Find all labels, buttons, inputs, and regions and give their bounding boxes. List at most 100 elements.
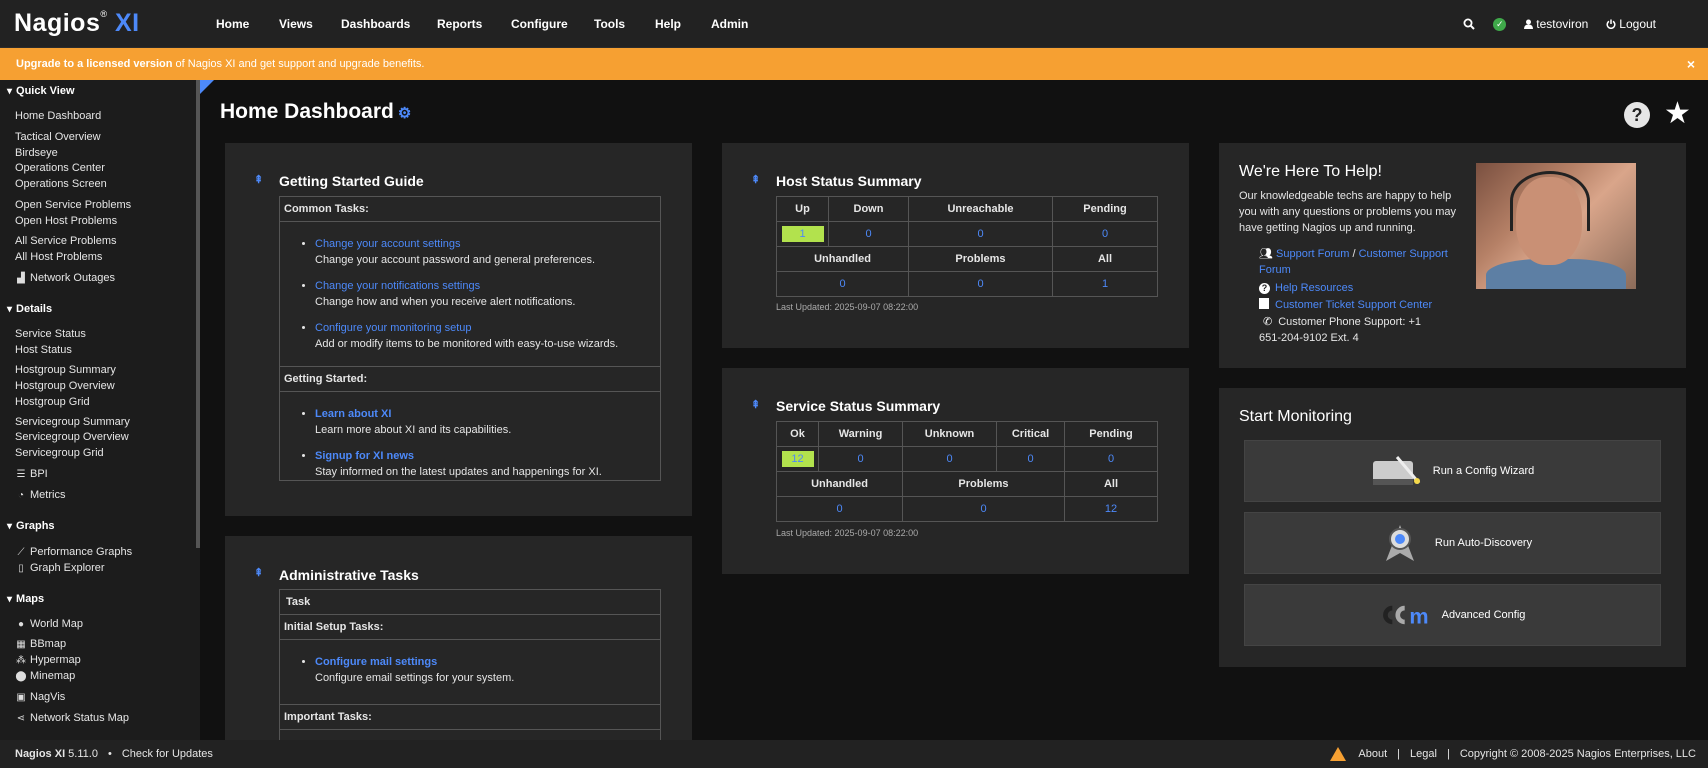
logout-link[interactable]: Logout bbox=[1606, 17, 1656, 31]
ticket-center-row: Customer Ticket Support Center bbox=[1259, 297, 1432, 313]
service-unhandled-count[interactable]: 0 bbox=[776, 496, 903, 522]
sidebar-item-servicegroup-grid[interactable]: Servicegroup Grid bbox=[15, 447, 104, 459]
learn-about-xi-link[interactable]: Learn about XI bbox=[315, 408, 391, 420]
support-forum-link[interactable]: Support Forum bbox=[1276, 248, 1349, 260]
sidebar-item-tactical-overview[interactable]: Tactical Overview bbox=[15, 131, 101, 143]
nav-dashboards[interactable]: Dashboards bbox=[341, 17, 410, 31]
sidebar-item-home-dashboard[interactable]: Home Dashboard bbox=[15, 110, 101, 122]
section-quick-view[interactable]: ▾ Quick View bbox=[7, 85, 75, 97]
sidebar-item-world-map[interactable]: ● World Map bbox=[15, 618, 83, 630]
service-problems-count[interactable]: 0 bbox=[902, 496, 1065, 522]
host-problems-count[interactable]: 0 bbox=[908, 271, 1053, 297]
last-updated: Last Updated: 2025-09-07 08:22:00 bbox=[776, 528, 919, 538]
close-icon[interactable]: × bbox=[1687, 56, 1695, 72]
footer-separator: | bbox=[1397, 748, 1401, 760]
help-icon[interactable]: ? bbox=[1624, 102, 1650, 128]
sidebar-item-servicegroup-overview[interactable]: Servicegroup Overview bbox=[15, 431, 129, 443]
status-ok-icon[interactable]: ✓ bbox=[1493, 17, 1507, 31]
configure-mail-link[interactable]: Configure mail settings bbox=[315, 656, 437, 668]
sidebar-item-open-host-problems[interactable]: Open Host Problems bbox=[15, 215, 117, 227]
nav-help[interactable]: Help bbox=[655, 17, 681, 31]
service-pending-count[interactable]: 0 bbox=[1064, 446, 1158, 472]
auto-discovery-button[interactable]: Run Auto-Discovery bbox=[1244, 512, 1661, 574]
sidebar-item-all-host-problems[interactable]: All Host Problems bbox=[15, 251, 102, 263]
about-link[interactable]: About bbox=[1358, 748, 1387, 760]
pin-icon[interactable]: ⇞ bbox=[751, 173, 763, 186]
sidebar-item-servicegroup-summary[interactable]: Servicegroup Summary bbox=[15, 416, 130, 428]
sidebar-item-hostgroup-overview[interactable]: Hostgroup Overview bbox=[15, 380, 115, 392]
gauge-icon: ◔ bbox=[17, 490, 25, 501]
phone-support-text: Customer Phone Support: +1 651-204-9102 … bbox=[1259, 316, 1421, 344]
nav-right: ✓ testoviron Logout bbox=[1463, 0, 1708, 48]
sidebar-item-bbmap[interactable]: ▦ BBmap bbox=[15, 638, 66, 650]
nav-views[interactable]: Views bbox=[279, 17, 313, 31]
nav-reports[interactable]: Reports bbox=[437, 17, 482, 31]
nav-configure[interactable]: Configure bbox=[511, 17, 568, 31]
section-graphs[interactable]: ▾ Graphs bbox=[7, 520, 55, 532]
service-critical-count[interactable]: 0 bbox=[996, 446, 1065, 472]
host-unhandled-count[interactable]: 0 bbox=[776, 271, 909, 297]
sidebar-item-minemap[interactable]: ⬤ Minemap bbox=[15, 670, 75, 682]
sidebar-item-performance-graphs[interactable]: ⟋ Performance Graphs bbox=[15, 546, 133, 558]
nav-home[interactable]: Home bbox=[216, 17, 249, 31]
gear-icon[interactable]: ⚙ bbox=[398, 105, 411, 122]
ticket-center-link[interactable]: Customer Ticket Support Center bbox=[1275, 299, 1432, 311]
add-dashlet-corner[interactable] bbox=[200, 80, 214, 94]
sidebar-item-graph-explorer[interactable]: ▯ Graph Explorer bbox=[15, 562, 104, 574]
config-wizard-button[interactable]: Run a Config Wizard bbox=[1244, 440, 1661, 502]
map-marker-icon: ● bbox=[17, 619, 25, 630]
user-menu[interactable]: testoviron bbox=[1524, 17, 1588, 31]
check-updates-link[interactable]: Check for Updates bbox=[122, 748, 213, 760]
pin-icon[interactable]: ⇞ bbox=[254, 566, 266, 579]
chevron-down-icon: ▾ bbox=[7, 303, 13, 315]
notifications-settings-link[interactable]: Change your notifications settings bbox=[315, 280, 480, 292]
star-icon[interactable]: ★ bbox=[1664, 96, 1691, 131]
sidebar-item-network-outages[interactable]: ▟ Network Outages bbox=[15, 272, 115, 284]
sidebar-item-operations-center[interactable]: Operations Center bbox=[15, 162, 105, 174]
section-maps[interactable]: ▾ Maps bbox=[7, 593, 44, 605]
host-up-cell[interactable]: 1 bbox=[776, 221, 829, 247]
legal-link[interactable]: Legal bbox=[1410, 748, 1437, 760]
pin-icon[interactable]: ⇞ bbox=[751, 398, 763, 411]
service-unknown-count[interactable]: 0 bbox=[902, 446, 997, 472]
sidebar-item-metrics[interactable]: ◔ Metrics bbox=[15, 489, 65, 501]
section-details[interactable]: ▾ Details bbox=[7, 303, 52, 315]
pin-icon[interactable]: ⇞ bbox=[254, 173, 266, 186]
upgrade-link[interactable]: Upgrade to a licensed version bbox=[16, 58, 173, 70]
host-pending-count[interactable]: 0 bbox=[1052, 221, 1158, 247]
sidebar-item-nagvis[interactable]: ▣ NagVis bbox=[15, 691, 65, 703]
sidebar-item-hostgroup-grid[interactable]: Hostgroup Grid bbox=[15, 396, 90, 408]
nagios-logo[interactable]: Nagios® XI bbox=[14, 9, 140, 38]
nav-admin[interactable]: Admin bbox=[711, 17, 748, 31]
username: testoviron bbox=[1536, 17, 1589, 31]
sidebar-item-bpi[interactable]: ☰ BPI bbox=[15, 468, 48, 480]
sidebar-item-network-status-map[interactable]: ⋖ Network Status Map bbox=[15, 712, 129, 724]
col-ok: Ok bbox=[776, 421, 819, 447]
sidebar-item-open-service-problems[interactable]: Open Service Problems bbox=[15, 199, 131, 211]
sidebar-item-hypermap[interactable]: ⁂ Hypermap bbox=[15, 654, 81, 666]
help-resources-link[interactable]: Help Resources bbox=[1275, 282, 1353, 294]
col-warning: Warning bbox=[818, 421, 903, 447]
host-unreachable-count[interactable]: 0 bbox=[908, 221, 1053, 247]
dashlet-title: Service Status Summary bbox=[776, 398, 941, 414]
sidebar-item-service-status[interactable]: Service Status bbox=[15, 328, 86, 340]
service-all-count[interactable]: 12 bbox=[1064, 496, 1158, 522]
warning-icon[interactable] bbox=[1330, 747, 1347, 761]
host-all-count[interactable]: 1 bbox=[1052, 271, 1158, 297]
hamburger-menu-icon[interactable] bbox=[1674, 18, 1690, 31]
sidebar-item-operations-screen[interactable]: Operations Screen bbox=[15, 178, 107, 190]
sidebar-item-host-status[interactable]: Host Status bbox=[15, 344, 72, 356]
monitoring-setup-link[interactable]: Configure your monitoring setup bbox=[315, 322, 472, 334]
sidebar-item-all-service-problems[interactable]: All Service Problems bbox=[15, 235, 116, 247]
host-down-count[interactable]: 0 bbox=[828, 221, 909, 247]
service-warning-count[interactable]: 0 bbox=[818, 446, 903, 472]
users-icon: 👥︎ bbox=[1259, 248, 1277, 260]
nav-tools[interactable]: Tools bbox=[594, 17, 625, 31]
account-settings-link[interactable]: Change your account settings bbox=[315, 238, 461, 250]
search-icon[interactable] bbox=[1463, 18, 1475, 30]
service-ok-cell[interactable]: 12 bbox=[776, 446, 819, 472]
signup-news-link[interactable]: Signup for XI news bbox=[315, 450, 414, 462]
advanced-config-button[interactable]: m Advanced Config bbox=[1244, 584, 1661, 646]
sidebar-item-hostgroup-summary[interactable]: Hostgroup Summary bbox=[15, 364, 116, 376]
sidebar-item-birdseye[interactable]: Birdseye bbox=[15, 147, 58, 159]
